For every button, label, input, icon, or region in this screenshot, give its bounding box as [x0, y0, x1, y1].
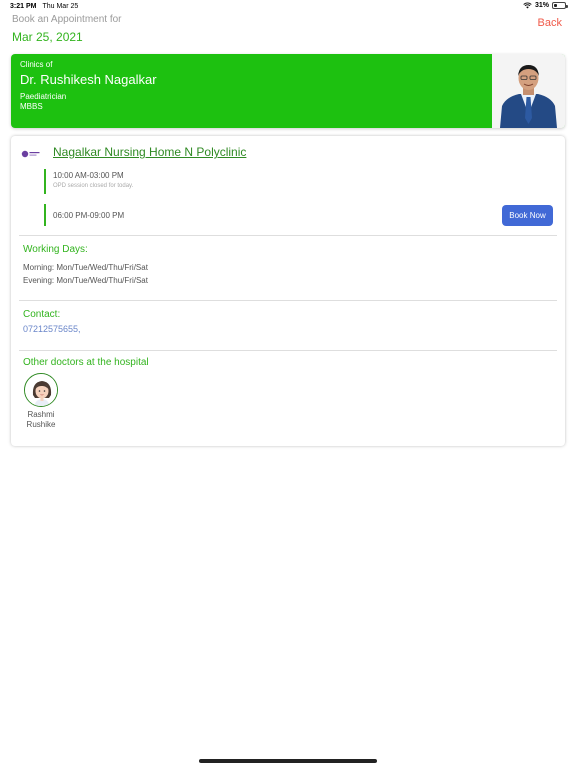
other-doctor-name: Rashmi Rushike	[23, 410, 59, 430]
clinics-label: Clinics of	[20, 60, 53, 69]
doctor-info: Clinics of Dr. Rushikesh Nagalkar Paedia…	[20, 60, 157, 111]
battery-icon	[552, 2, 568, 9]
doctor-card: Clinics of Dr. Rushikesh Nagalkar Paedia…	[11, 54, 565, 128]
phone-link[interactable]: 07212575655,	[23, 324, 81, 334]
other-doctors-title: Other doctors at the hospital	[23, 357, 149, 368]
clinic-name-link[interactable]: Nagalkar Nursing Home N Polyclinic	[53, 145, 246, 159]
book-now-button[interactable]: Book Now	[502, 205, 553, 226]
home-indicator[interactable]	[199, 759, 377, 763]
divider	[19, 350, 557, 351]
status-date: Thu Mar 25	[42, 3, 79, 10]
doctor-specialty: Paediatrician	[20, 92, 67, 101]
appointment-date: Mar 25, 2021	[12, 30, 83, 44]
session-time: 10:00 AM-03:00 PM	[53, 171, 124, 180]
morning-days: Morning: Mon/Tue/Wed/Thu/Fri/Sat	[23, 263, 148, 272]
session-note: OPD session closed for today.	[53, 183, 134, 189]
back-button[interactable]: Back	[538, 17, 562, 29]
page-header: Book an Appointment for Mar 25, 2021 Bac…	[12, 14, 564, 46]
session-time: 06:00 PM-09:00 PM	[53, 211, 125, 220]
other-doctor-first-name: Rashmi	[27, 410, 55, 419]
status-time: 3:21 PM	[10, 3, 37, 10]
other-doctor-item[interactable]: Rashmi Rushike	[23, 373, 59, 430]
wifi-icon	[523, 2, 532, 9]
clinic-logo-icon	[21, 147, 41, 159]
doctor-name: Dr. Rushikesh Nagalkar	[20, 72, 157, 87]
working-days-title: Working Days:	[23, 244, 88, 255]
status-bar: 3:21 PM Thu Mar 25 31%	[0, 0, 576, 14]
session-morning: 10:00 AM-03:00 PM OPD session closed for…	[44, 169, 133, 194]
divider	[19, 300, 557, 301]
doctor-degree: MBBS	[20, 102, 43, 111]
clinic-card: Nagalkar Nursing Home N Polyclinic 10:00…	[11, 136, 565, 446]
contact-title: Contact:	[23, 309, 61, 320]
other-doctor-last-name: Rushike	[26, 420, 56, 429]
status-indicators: 31%	[523, 2, 568, 9]
doctor-photo	[492, 54, 565, 128]
doctor-avatar-icon	[24, 373, 58, 407]
battery-percent: 31%	[534, 2, 549, 9]
evening-days: Evening: Mon/Tue/Wed/Thu/Fri/Sat	[23, 276, 148, 285]
session-evening: 06:00 PM-09:00 PM	[44, 204, 124, 226]
divider	[19, 235, 557, 236]
status-time-date: 3:21 PM Thu Mar 25	[10, 3, 78, 10]
header-subtitle: Book an Appointment for	[12, 14, 122, 25]
